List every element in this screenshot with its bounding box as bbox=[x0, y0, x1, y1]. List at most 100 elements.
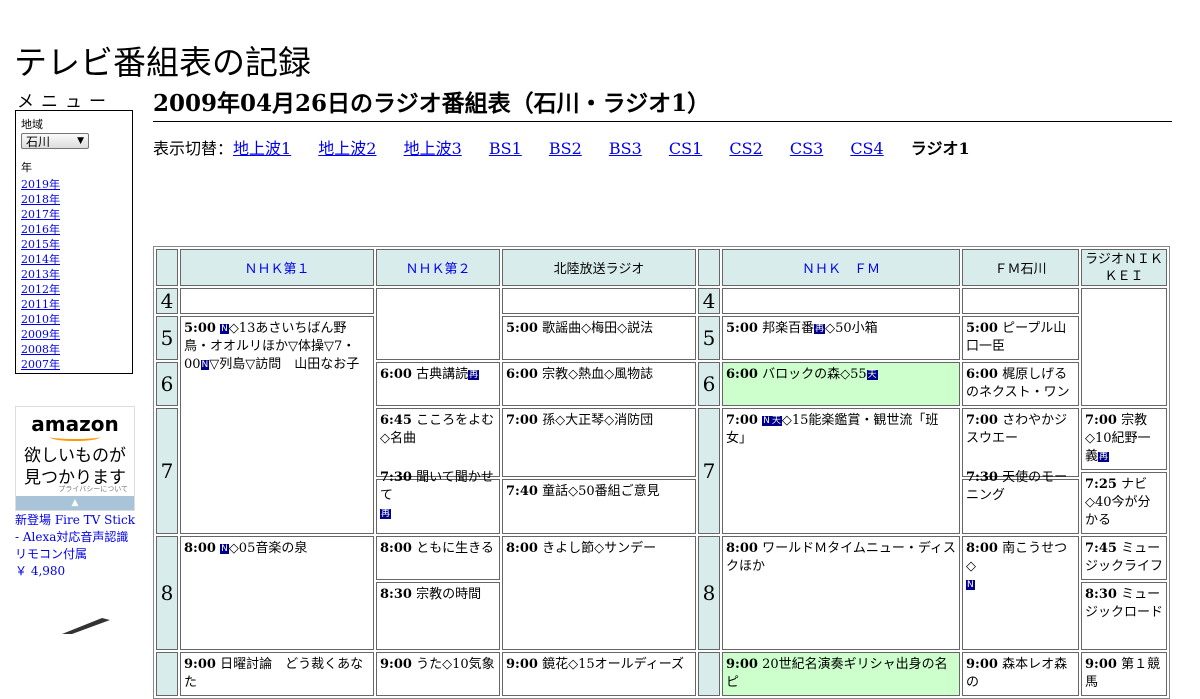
program-cell[interactable]: 8:00 N◇05音楽の泉 bbox=[180, 536, 374, 650]
ad-privacy-link[interactable]: プライバシーについて bbox=[58, 484, 128, 494]
year-list: 2019年 2018年 2017年 2016年 2015年 2014年 2013… bbox=[21, 177, 127, 372]
year-link[interactable]: 2015年 bbox=[21, 238, 60, 251]
year-link[interactable]: 2010年 bbox=[21, 313, 60, 326]
program-cell[interactable]: 7:45 ミュージックライフ bbox=[1081, 536, 1167, 580]
switch-link-chijoha2[interactable]: 地上波2 bbox=[318, 139, 376, 158]
caret-up-icon: ▲ bbox=[71, 498, 79, 508]
rebroadcast-badge-icon: 再 bbox=[380, 508, 392, 519]
year-link[interactable]: 2014年 bbox=[21, 253, 60, 266]
program-cell[interactable]: 7:00 孫◇大正琴◇消防団 bbox=[502, 408, 696, 477]
year-link[interactable]: 2012年 bbox=[21, 283, 60, 296]
ad-copy-line1: 欲しいものが bbox=[24, 446, 126, 466]
empty-slot bbox=[180, 288, 374, 314]
channel-header-nhk2[interactable]: ＮＨＫ第２ bbox=[376, 249, 500, 286]
switch-link-bs2[interactable]: BS2 bbox=[549, 139, 582, 158]
empty-slot bbox=[962, 288, 1079, 314]
channel-link-nhkfm[interactable]: ＮＨＫ ＦＭ bbox=[802, 262, 880, 277]
hour-cell: 6 bbox=[156, 362, 178, 406]
switch-link-cs3[interactable]: CS3 bbox=[790, 139, 823, 158]
program-cell[interactable]: 7:25 ナビ◇40今が分かる bbox=[1081, 472, 1167, 534]
dropdown-arrow-icon: ▼ bbox=[77, 136, 84, 146]
program-cell[interactable]: 6:00 宗教◇熱血◇風物誌 bbox=[502, 362, 696, 406]
hour-header-empty bbox=[698, 249, 720, 286]
program-cell[interactable]: 6:00 梶原しげるのネクスト・ワン bbox=[962, 362, 1079, 406]
menu-box: 地域 石川 ▼ 年 2019年 2018年 2017年 2016年 2015年 … bbox=[15, 110, 133, 374]
program-cell[interactable]: 7:30 天使のモーニング bbox=[962, 470, 1079, 534]
amazon-logo: amazon bbox=[31, 412, 119, 436]
program-cell[interactable]: 7:00 宗教◇10紀野一義再 bbox=[1081, 408, 1167, 470]
hour-cell bbox=[156, 652, 178, 696]
program-cell[interactable]: 7:40 童話◇50番組ご意見 bbox=[502, 478, 696, 534]
channel-header-nhkfm[interactable]: ＮＨＫ ＦＭ bbox=[722, 249, 960, 286]
program-cell[interactable]: 9:00 鏡花◇15オールディーズ bbox=[502, 652, 696, 696]
year-link[interactable]: 2011年 bbox=[21, 298, 60, 311]
channel-link-nhk2[interactable]: ＮＨＫ第２ bbox=[405, 262, 470, 277]
year-link[interactable]: 2007年 bbox=[21, 358, 60, 371]
switch-link-chijoha3[interactable]: 地上波3 bbox=[404, 139, 462, 158]
program-cell[interactable]: 8:00 きよし節◇サンデー bbox=[502, 536, 696, 650]
ad-price: ￥ 4,980 bbox=[15, 564, 66, 578]
news-badge-icon: N bbox=[200, 360, 210, 370]
program-cell[interactable]: 7:30 聞いて聞かせて再 bbox=[376, 470, 500, 534]
year-link[interactable]: 2008年 bbox=[21, 343, 60, 356]
weather-badge-icon: 天 bbox=[866, 370, 878, 380]
program-cell[interactable]: 9:00 森本レオ森の bbox=[962, 652, 1079, 696]
region-select[interactable]: 石川 ▼ bbox=[21, 133, 89, 149]
program-cell[interactable]: 5:00 ピープル山口一臣 bbox=[962, 316, 1079, 360]
fire-tv-remote-image[interactable] bbox=[62, 614, 117, 634]
ad-expand-bar[interactable]: ▲ bbox=[16, 496, 134, 510]
news-badge-icon: N bbox=[966, 580, 975, 590]
rebroadcast-badge-icon: 再 bbox=[1098, 452, 1110, 462]
year-link[interactable]: 2018年 bbox=[21, 193, 60, 206]
program-cell[interactable]: 8:30 宗教の時間 bbox=[376, 582, 500, 650]
news-badge-icon: N bbox=[220, 544, 229, 554]
rebroadcast-badge-icon: 再 bbox=[814, 324, 826, 334]
empty-slot bbox=[1081, 288, 1167, 406]
program-cell[interactable]: 5:00 N◇13あさいちばん野鳥・オオルリほか▽体操▽7・00N▽列島▽訪問 … bbox=[180, 316, 374, 534]
switch-link-bs3[interactable]: BS3 bbox=[609, 139, 642, 158]
ad-product-link[interactable]: 新登場 Fire TV Stick - Alexa対応音声認識リモコン付属 ￥ … bbox=[15, 512, 140, 580]
program-cell[interactable]: 9:00 第１競馬 bbox=[1081, 652, 1167, 696]
program-cell[interactable]: 5:00 邦楽百番再◇50小箱 bbox=[722, 316, 960, 360]
program-cell[interactable]: 9:00 日曜討論 どう裁くあなた bbox=[180, 652, 374, 696]
switch-link-cs4[interactable]: CS4 bbox=[850, 139, 883, 158]
program-cell[interactable]: 9:00 20世紀名演奏ギリシャ出身の名ピ bbox=[722, 652, 960, 696]
program-cell[interactable]: 8:00 南こうせつ◇ N bbox=[962, 536, 1079, 650]
hour-cell: 6 bbox=[698, 362, 720, 406]
switch-current-radio1: ラジオ1 bbox=[910, 139, 970, 158]
weather-badge-icon: 天 bbox=[770, 416, 782, 426]
channel-header-fmishikawa: ＦＭ石川 bbox=[962, 249, 1079, 286]
empty-slot bbox=[376, 288, 500, 360]
hour-cell: 7 bbox=[156, 408, 178, 534]
year-link[interactable]: 2013年 bbox=[21, 268, 60, 281]
channel-header-hokuriku: 北陸放送ラジオ bbox=[502, 249, 696, 286]
rebroadcast-badge-icon: 再 bbox=[468, 370, 480, 380]
amazon-ad[interactable]: amazon 欲しいものが 見つかります プライバシーについて ▲ bbox=[15, 406, 135, 511]
program-cell[interactable]: 8:30 ミュージックロード bbox=[1081, 582, 1167, 650]
year-link[interactable]: 2009年 bbox=[21, 328, 60, 341]
switch-link-cs1[interactable]: CS1 bbox=[669, 139, 702, 158]
hour-cell: 8 bbox=[698, 536, 720, 650]
channel-link-nhk1[interactable]: ＮＨＫ第１ bbox=[244, 262, 309, 277]
hour-cell: 4 bbox=[156, 288, 178, 314]
switch-link-chijoha1[interactable]: 地上波1 bbox=[233, 139, 291, 158]
site-title: テレビ番組表の記録 bbox=[14, 43, 311, 83]
program-cell[interactable]: 8:00 ワールドＭタイムニュー・ディスクほか bbox=[722, 536, 960, 650]
year-link[interactable]: 2019年 bbox=[21, 178, 60, 191]
program-cell[interactable]: 5:00 歌謡曲◇梅田◇説法 bbox=[502, 316, 696, 360]
year-label: 年 bbox=[21, 161, 32, 174]
switch-link-cs2[interactable]: CS2 bbox=[729, 139, 762, 158]
channel-header-nhk1[interactable]: ＮＨＫ第１ bbox=[180, 249, 374, 286]
channel-header-nikkei: ラジオＮＩＫＫＥＩ bbox=[1081, 249, 1167, 286]
switch-label: 表示切替： bbox=[153, 139, 234, 158]
hour-cell: 8 bbox=[156, 536, 178, 650]
year-link[interactable]: 2016年 bbox=[21, 223, 60, 236]
program-cell[interactable]: 9:00 うた◇10気象 bbox=[376, 652, 500, 696]
program-table: ＮＨＫ第１ ＮＨＫ第２ 北陸放送ラジオ ＮＨＫ ＦＭ ＦＭ石川 ラジオＮＩＫＫＥ… bbox=[153, 246, 1170, 699]
year-link[interactable]: 2017年 bbox=[21, 208, 60, 221]
program-cell[interactable]: 7:00 N 天◇15能楽鑑賞・観世流「班女」 bbox=[722, 408, 960, 534]
program-cell[interactable]: 6:00 古典講読再 bbox=[376, 362, 500, 406]
program-cell[interactable]: 6:00 バロックの森◇55天 bbox=[722, 362, 960, 406]
program-cell[interactable]: 8:00 ともに生きる bbox=[376, 536, 500, 580]
switch-link-bs1[interactable]: BS1 bbox=[489, 139, 522, 158]
